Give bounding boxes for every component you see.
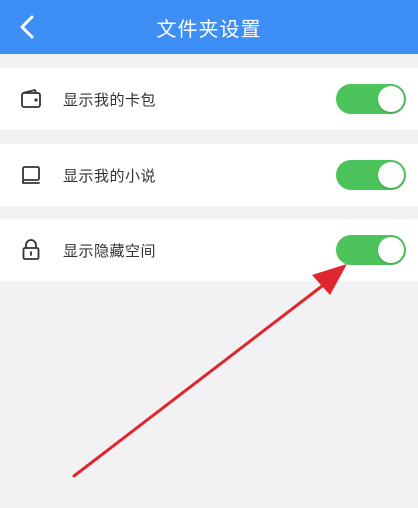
wallet-icon	[18, 86, 44, 112]
back-button[interactable]	[8, 8, 46, 46]
setting-row-card-wallet: 显示我的卡包	[0, 68, 418, 130]
toggle-knob	[378, 237, 404, 263]
setting-row-novel: 显示我的小说	[0, 144, 418, 206]
page-title: 文件夹设置	[156, 16, 262, 41]
setting-label: 显示我的小说	[63, 166, 157, 185]
chevron-left-icon	[20, 15, 34, 39]
card-wallet-toggle[interactable]	[336, 84, 406, 114]
toggle-knob	[378, 162, 404, 188]
app-header: 文件夹设置	[0, 0, 418, 54]
hidden-space-toggle[interactable]	[336, 235, 406, 265]
setting-label: 显示我的卡包	[63, 90, 157, 109]
novel-toggle[interactable]	[336, 160, 406, 190]
setting-label: 显示隐藏空间	[63, 241, 157, 260]
toggle-knob	[378, 86, 404, 112]
lock-icon	[18, 237, 44, 263]
setting-row-hidden-space: 显示隐藏空间	[0, 219, 418, 281]
book-icon	[18, 162, 44, 188]
